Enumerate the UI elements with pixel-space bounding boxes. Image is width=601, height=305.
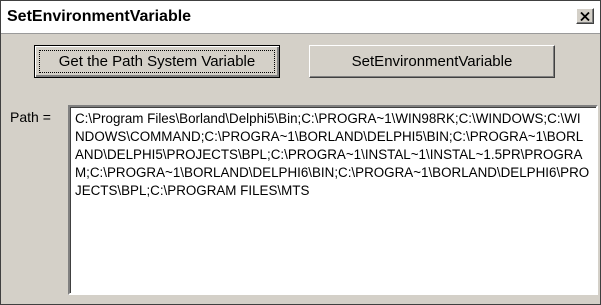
set-environment-variable-button-label: SetEnvironmentVariable	[351, 53, 513, 70]
close-button[interactable]	[576, 8, 594, 24]
path-label: Path =	[10, 109, 51, 125]
close-icon	[580, 11, 590, 21]
focus-rect	[39, 50, 275, 73]
title-bar[interactable]: SetEnvironmentVariable	[1, 1, 600, 34]
get-path-button[interactable]: Get the Path System Variable	[34, 45, 280, 78]
set-environment-variable-button[interactable]: SetEnvironmentVariable	[309, 45, 555, 78]
dialog-window: SetEnvironmentVariable Get the Path Syst…	[0, 0, 601, 305]
window-title: SetEnvironmentVariable	[7, 8, 192, 25]
path-textarea[interactable]: C:\Program Files\Borland\Delphi5\Bin;C:\…	[68, 105, 598, 295]
